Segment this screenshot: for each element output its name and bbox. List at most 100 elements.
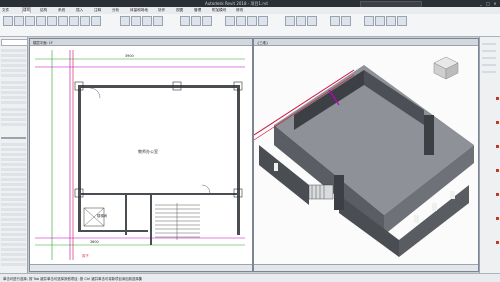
ribbon-tool-ref-plane[interactable] bbox=[386, 16, 396, 26]
type-selector[interactable] bbox=[1, 39, 28, 46]
ribbon-tool-ramp[interactable] bbox=[142, 16, 152, 26]
ribbon-tool-floor[interactable] bbox=[91, 16, 101, 26]
menu-collaborate[interactable]: 协作 bbox=[158, 8, 165, 13]
ribbon-tool-window[interactable] bbox=[36, 16, 46, 26]
menu-addins[interactable]: 附加模块 bbox=[212, 8, 226, 13]
panel-row[interactable] bbox=[482, 57, 496, 59]
panel-row[interactable] bbox=[482, 43, 496, 45]
project-browser-item[interactable] bbox=[1, 208, 26, 211]
ribbon-tool-room-separator[interactable] bbox=[236, 16, 246, 26]
ribbon-tool-viewer[interactable] bbox=[397, 16, 407, 26]
ribbon-tool-stair[interactable] bbox=[153, 16, 163, 26]
view-control-bar[interactable] bbox=[30, 264, 252, 271]
menu-view[interactable]: 视图 bbox=[176, 8, 183, 13]
project-browser-item[interactable] bbox=[1, 203, 26, 206]
project-browser-item[interactable] bbox=[1, 223, 26, 226]
menu-insert[interactable]: 插入 bbox=[76, 8, 83, 13]
ribbon-tool-dormer[interactable] bbox=[307, 16, 317, 26]
warning-marker bbox=[496, 217, 499, 220]
ribbon-tool-tag-room[interactable] bbox=[247, 16, 257, 26]
ribbon-tool-roof[interactable] bbox=[69, 16, 79, 26]
menu-structure[interactable]: 结构 bbox=[40, 8, 47, 13]
ribbon-tool-modify[interactable] bbox=[3, 16, 13, 26]
property-row[interactable] bbox=[1, 118, 26, 121]
project-browser-item[interactable] bbox=[1, 168, 26, 171]
project-browser-item[interactable] bbox=[1, 153, 26, 156]
ribbon-tool-opening[interactable] bbox=[285, 16, 295, 26]
project-browser-item[interactable] bbox=[1, 233, 26, 236]
ribbon-tool-curtain[interactable] bbox=[120, 16, 130, 26]
minimize-button[interactable]: _ bbox=[478, 1, 484, 6]
menu-analyze[interactable]: 分析 bbox=[112, 8, 119, 13]
ribbon-tool-wall[interactable] bbox=[14, 16, 24, 26]
project-browser-item[interactable] bbox=[1, 188, 26, 191]
project-browser-item[interactable] bbox=[1, 248, 26, 251]
property-row[interactable] bbox=[1, 64, 26, 67]
project-browser-item[interactable] bbox=[1, 253, 26, 256]
ribbon-tool-component[interactable] bbox=[47, 16, 57, 26]
project-browser-item[interactable] bbox=[1, 243, 26, 246]
menu-modify[interactable]: 修改 bbox=[236, 8, 243, 13]
ribbon-tool-railing[interactable] bbox=[131, 16, 141, 26]
ribbon-tool-door[interactable] bbox=[25, 16, 35, 26]
menu-massing[interactable]: 体量和场地 bbox=[130, 8, 148, 13]
menu-manage[interactable]: 管理 bbox=[194, 8, 201, 13]
plan-drawing[interactable]: 教师办公室 楼梯间 3900 3600 向下 bbox=[30, 45, 252, 265]
floor-plan-view[interactable]: 楼层平面: 1F 教师办公室 楼梯间 3900 3600 向下 bbox=[29, 38, 253, 272]
property-row[interactable] bbox=[1, 91, 26, 94]
project-browser-item[interactable] bbox=[1, 198, 26, 201]
ribbon-tool-column[interactable] bbox=[58, 16, 68, 26]
ribbon-tool-show[interactable] bbox=[375, 16, 385, 26]
ribbon-tool-room[interactable] bbox=[225, 16, 235, 26]
maximize-button[interactable]: □ bbox=[485, 1, 491, 6]
ribbon-tool-model-line[interactable] bbox=[191, 16, 201, 26]
project-browser-item[interactable] bbox=[1, 173, 26, 176]
project-browser-item[interactable] bbox=[1, 183, 26, 186]
ribbon-tool-ceiling[interactable] bbox=[80, 16, 90, 26]
property-row[interactable] bbox=[1, 59, 26, 62]
project-browser-item[interactable] bbox=[1, 213, 26, 216]
ribbon-tool-shaft[interactable] bbox=[296, 16, 306, 26]
project-browser-item[interactable] bbox=[1, 228, 26, 231]
project-browser-item[interactable] bbox=[1, 258, 26, 261]
menu-annotate[interactable]: 注释 bbox=[94, 8, 101, 13]
ribbon-tool-model-text[interactable] bbox=[180, 16, 190, 26]
menu-architecture[interactable]: 建筑 bbox=[22, 7, 32, 13]
property-row[interactable] bbox=[1, 101, 26, 104]
property-row[interactable] bbox=[1, 81, 26, 84]
ribbon-tool-model-group[interactable] bbox=[202, 16, 212, 26]
ribbon-tool-area[interactable] bbox=[258, 16, 268, 26]
project-browser-item[interactable] bbox=[1, 148, 26, 151]
3d-model[interactable] bbox=[254, 45, 478, 265]
project-browser-item[interactable] bbox=[1, 238, 26, 241]
dimension-top: 3900 bbox=[125, 54, 134, 58]
menu-file[interactable]: 文件 bbox=[2, 8, 9, 13]
project-browser-item[interactable] bbox=[1, 163, 26, 166]
panel-row[interactable] bbox=[482, 50, 496, 52]
view-control-bar[interactable] bbox=[254, 264, 478, 271]
close-button[interactable]: × bbox=[492, 1, 498, 6]
ribbon-tool-level[interactable] bbox=[330, 16, 340, 26]
property-row[interactable] bbox=[1, 96, 26, 99]
dimension-bottom: 3600 bbox=[90, 240, 99, 244]
ribbon-tool-grid[interactable] bbox=[341, 16, 351, 26]
property-row[interactable] bbox=[1, 86, 26, 89]
property-row[interactable] bbox=[1, 74, 26, 77]
3d-view[interactable]: {三维} bbox=[253, 38, 479, 272]
project-browser-item[interactable] bbox=[1, 263, 26, 266]
panel-row[interactable] bbox=[482, 64, 496, 66]
project-browser-item[interactable] bbox=[1, 218, 26, 221]
property-row[interactable] bbox=[1, 113, 26, 116]
panel-row[interactable] bbox=[482, 71, 496, 73]
property-row[interactable] bbox=[1, 54, 26, 57]
ribbon-tool-set[interactable] bbox=[364, 16, 374, 26]
project-browser-item[interactable] bbox=[1, 178, 26, 181]
property-row[interactable] bbox=[1, 69, 26, 72]
project-browser-item[interactable] bbox=[1, 143, 26, 146]
menu-systems[interactable]: 系统 bbox=[58, 8, 65, 13]
property-row[interactable] bbox=[1, 123, 26, 126]
project-browser-item[interactable] bbox=[1, 158, 26, 161]
property-row[interactable] bbox=[1, 108, 26, 111]
project-browser-item[interactable] bbox=[1, 193, 26, 196]
property-row[interactable] bbox=[1, 49, 26, 52]
